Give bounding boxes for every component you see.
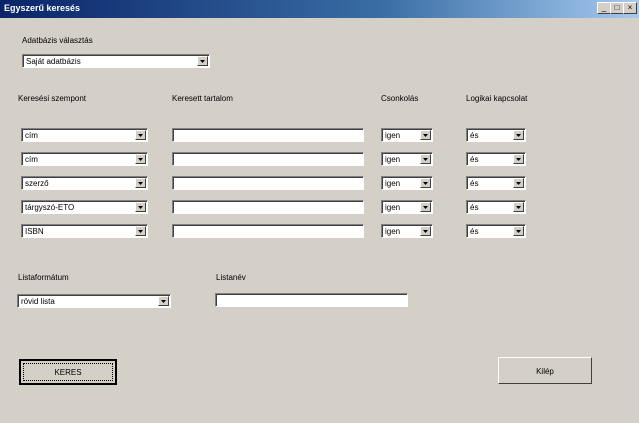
truncation-value: igen — [385, 203, 401, 212]
list-format-select[interactable]: rövid lista — [17, 294, 171, 308]
truncation-header: Csonkolás — [381, 94, 419, 103]
content-header: Keresett tartalom — [172, 94, 233, 103]
minimize-button[interactable]: _ — [597, 2, 611, 14]
truncation-select[interactable]: igen — [381, 128, 433, 142]
logic-value: és — [470, 131, 479, 140]
criterion-value: szerző — [25, 179, 49, 188]
criterion-select[interactable]: tárgyszó-ETO — [21, 200, 148, 214]
chevron-down-icon[interactable] — [158, 296, 169, 306]
truncation-select[interactable]: igen — [381, 224, 433, 238]
chevron-down-icon[interactable] — [420, 154, 431, 164]
logic-value: és — [470, 179, 479, 188]
chevron-down-icon[interactable] — [420, 178, 431, 188]
content-input[interactable] — [172, 128, 364, 142]
chevron-down-icon[interactable] — [513, 178, 524, 188]
maximize-button[interactable]: □ — [610, 2, 624, 14]
logic-select[interactable]: és — [466, 128, 526, 142]
criterion-select[interactable]: cím — [21, 152, 148, 166]
logic-value: és — [470, 155, 479, 164]
chevron-down-icon[interactable] — [135, 130, 146, 140]
search-button-label: KERES — [54, 368, 82, 377]
close-button[interactable]: × — [623, 2, 637, 14]
logic-value: és — [470, 203, 479, 212]
logic-select[interactable]: és — [466, 224, 526, 238]
search-button[interactable]: KERES — [19, 359, 117, 385]
chevron-down-icon[interactable] — [513, 226, 524, 236]
criterion-select[interactable]: szerző — [21, 176, 148, 190]
database-select[interactable]: Saját adatbázis — [22, 54, 210, 68]
logic-select[interactable]: és — [466, 176, 526, 190]
chevron-down-icon[interactable] — [135, 226, 146, 236]
criterion-select[interactable]: ISBN — [21, 224, 148, 238]
list-name-label: Listanév — [216, 273, 246, 282]
logic-value: és — [470, 227, 479, 236]
chevron-down-icon[interactable] — [135, 202, 146, 212]
chevron-down-icon[interactable] — [197, 56, 208, 66]
exit-button[interactable]: Kilép — [498, 357, 592, 384]
criterion-value: tárgyszó-ETO — [25, 203, 75, 212]
criterion-value: cím — [25, 155, 38, 164]
chevron-down-icon[interactable] — [135, 178, 146, 188]
chevron-down-icon[interactable] — [513, 154, 524, 164]
database-label: Adatbázis választás — [22, 36, 93, 45]
list-name-input[interactable] — [215, 293, 408, 307]
exit-button-label: Kilép — [536, 367, 554, 376]
criterion-value: ISBN — [25, 227, 44, 236]
content-input[interactable] — [172, 200, 364, 214]
chevron-down-icon[interactable] — [135, 154, 146, 164]
content-input[interactable] — [172, 176, 364, 190]
logic-select[interactable]: és — [466, 152, 526, 166]
database-select-value: Saját adatbázis — [26, 57, 81, 66]
chevron-down-icon[interactable] — [420, 130, 431, 140]
list-format-value: rövid lista — [21, 297, 55, 306]
truncation-value: igen — [385, 179, 401, 188]
logic-header: Logikai kapcsolat — [466, 94, 528, 103]
chevron-down-icon[interactable] — [513, 202, 524, 212]
criterion-select[interactable]: cím — [21, 128, 148, 142]
truncation-value: igen — [385, 131, 401, 140]
criterion-header: Keresési szempont — [18, 94, 87, 103]
chevron-down-icon[interactable] — [420, 226, 431, 236]
content-input[interactable] — [172, 152, 364, 166]
truncation-value: igen — [385, 155, 401, 164]
list-format-label: Listaformátum — [18, 273, 69, 282]
content-input[interactable] — [172, 224, 364, 238]
chevron-down-icon[interactable] — [513, 130, 524, 140]
title-bar: Egyszerű keresés _ □ × — [0, 0, 639, 18]
truncation-select[interactable]: igen — [381, 200, 433, 214]
criterion-value: cím — [25, 131, 38, 140]
chevron-down-icon[interactable] — [420, 202, 431, 212]
truncation-select[interactable]: igen — [381, 152, 433, 166]
window-title: Egyszerű keresés — [4, 3, 81, 13]
truncation-select[interactable]: igen — [381, 176, 433, 190]
logic-select[interactable]: és — [466, 200, 526, 214]
truncation-value: igen — [385, 227, 401, 236]
